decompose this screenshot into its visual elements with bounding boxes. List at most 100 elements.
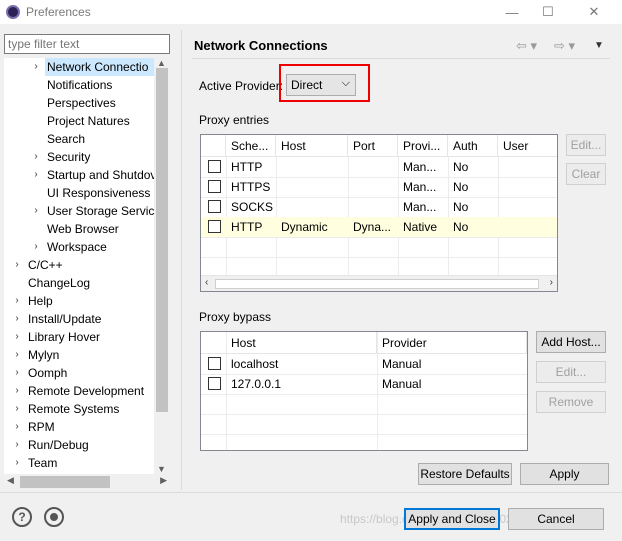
expand-arrow-icon[interactable]: › — [12, 346, 22, 364]
column-header[interactable]: User — [498, 135, 557, 157]
expand-arrow-icon[interactable]: › — [31, 166, 41, 184]
window-title: Preferences — [26, 5, 91, 19]
column-header[interactable]: Auth — [448, 135, 498, 157]
tree-item[interactable]: RPM — [26, 418, 57, 436]
entry-checkbox[interactable] — [208, 160, 221, 173]
scroll-left-icon[interactable]: ‹ — [205, 277, 208, 288]
tree-item[interactable]: UI Responsiveness M — [45, 184, 166, 202]
table-cell — [348, 197, 398, 217]
forward-nav-icon[interactable]: ⇨ ▾ — [554, 38, 575, 54]
tree-item[interactable]: Project Natures — [45, 112, 132, 130]
apply-and-close-button[interactable]: Apply and Close — [404, 508, 500, 530]
sash[interactable] — [181, 30, 182, 490]
scroll-left-icon[interactable]: ◀ — [7, 475, 14, 486]
column-header[interactable]: Host — [276, 135, 348, 157]
expand-arrow-icon[interactable]: › — [31, 58, 41, 76]
proxy-entries-table[interactable]: Sche... Host Port Provi... Auth User HTTP Man..… — [200, 134, 558, 292]
close-button[interactable]: ✕ — [572, 0, 616, 24]
apply-button[interactable]: Apply — [520, 463, 609, 485]
table-row[interactable]: localhost Manual — [201, 354, 527, 374]
entries-horizontal-scrollbar[interactable]: ‹ › — [201, 275, 557, 291]
column-header[interactable]: Host — [226, 332, 377, 354]
table-row[interactable]: HTTP Man... No — [201, 157, 557, 177]
help-icon[interactable]: ? — [12, 507, 32, 527]
tree-item[interactable]: Remote Development — [26, 382, 146, 400]
table-cell: SOCKS — [231, 200, 274, 214]
back-nav-icon[interactable]: ⇦ ▾ — [516, 38, 537, 54]
table-cell: HTTPS — [231, 180, 271, 194]
expand-arrow-icon[interactable]: › — [12, 364, 22, 382]
tree-item[interactable]: Security — [45, 148, 92, 166]
filter-input[interactable] — [4, 34, 170, 54]
table-cell — [498, 197, 557, 217]
add-host-button[interactable]: Add Host... — [536, 331, 606, 353]
active-provider-label: Active Provider: — [199, 79, 284, 93]
expand-arrow-icon[interactable]: › — [12, 400, 22, 418]
entries-scroll-thumb[interactable] — [215, 279, 539, 289]
maximize-button[interactable]: ☐ — [526, 0, 570, 24]
tree-hscroll-thumb[interactable] — [20, 476, 110, 488]
tree-item[interactable]: Run/Debug — [26, 436, 91, 454]
expand-arrow-icon[interactable]: › — [31, 238, 41, 256]
bypass-checkbox[interactable] — [208, 377, 221, 390]
column-header[interactable]: Port — [348, 135, 398, 157]
table-row[interactable]: 127.0.0.1 Manual — [201, 374, 527, 394]
expand-arrow-icon[interactable]: › — [12, 328, 22, 346]
table-cell: Dynamic — [281, 220, 328, 234]
tree-item[interactable]: Mylyn — [26, 346, 61, 364]
table-cell: Man... — [403, 160, 437, 174]
tree-item[interactable]: Perspectives — [45, 94, 118, 112]
bypass-edit-button[interactable]: Edit... — [536, 361, 606, 383]
expand-arrow-icon[interactable]: › — [12, 256, 22, 274]
expand-arrow-icon[interactable]: › — [31, 202, 41, 220]
expand-arrow-icon[interactable]: › — [12, 436, 22, 454]
tree-item[interactable]: User Storage Service — [45, 202, 163, 220]
expand-arrow-icon[interactable]: › — [12, 382, 22, 400]
cancel-button[interactable]: Cancel — [508, 508, 604, 530]
tree-item[interactable]: Startup and Shutdov — [45, 166, 158, 184]
entry-checkbox[interactable] — [208, 200, 221, 213]
expand-arrow-icon[interactable]: › — [12, 454, 22, 472]
tree-item[interactable]: Help — [26, 292, 55, 310]
tree-item[interactable]: Remote Systems — [26, 400, 121, 418]
scroll-right-icon[interactable]: › — [550, 277, 553, 288]
tree-item[interactable]: Library Hover — [26, 328, 102, 346]
tree-item[interactable]: Web Browser — [45, 220, 121, 238]
entries-edit-button[interactable]: Edit... — [566, 134, 606, 156]
table-cell: HTTP — [231, 220, 263, 234]
entry-checkbox[interactable] — [208, 180, 221, 193]
scroll-down-icon[interactable]: ▼ — [157, 464, 166, 474]
tree-item[interactable]: Team — [26, 454, 59, 472]
expand-arrow-icon[interactable]: › — [12, 418, 22, 436]
tree-item[interactable]: Search — [45, 130, 87, 148]
restore-defaults-button[interactable]: Restore Defaults — [418, 463, 512, 485]
tree-item[interactable]: Notifications — [45, 76, 114, 94]
tree-item[interactable]: Workspace — [45, 238, 109, 256]
table-cell: Man... — [403, 200, 437, 214]
tree-item[interactable]: ChangeLog — [26, 274, 92, 292]
tree-item[interactable]: C/C++ — [26, 256, 65, 274]
tree-item[interactable]: Network Connectio — [45, 58, 156, 76]
bypass-checkbox[interactable] — [208, 357, 221, 370]
table-row[interactable]: HTTPS Man... No — [201, 177, 557, 197]
expand-arrow-icon[interactable]: › — [12, 310, 22, 328]
table-cell: Manual — [382, 357, 422, 371]
view-menu-icon[interactable]: ▼ — [594, 40, 604, 51]
entries-clear-button[interactable]: Clear — [566, 163, 606, 185]
tree-item[interactable]: Oomph — [26, 364, 69, 382]
entry-checkbox[interactable] — [208, 220, 221, 233]
record-icon[interactable] — [44, 507, 64, 527]
expand-arrow-icon[interactable]: › — [31, 148, 41, 166]
column-header[interactable]: Provi... — [398, 135, 448, 157]
tree-scroll-thumb[interactable] — [156, 68, 168, 412]
column-header[interactable]: Sche... — [226, 135, 276, 157]
expand-arrow-icon[interactable]: › — [12, 292, 22, 310]
table-row[interactable]: HTTP Dynamic Dyna... Native No — [201, 217, 557, 237]
scroll-up-icon[interactable]: ▲ — [157, 58, 166, 68]
column-header[interactable]: Provider — [377, 332, 527, 354]
scroll-right-icon[interactable]: ▶ — [160, 475, 167, 486]
proxy-bypass-table[interactable]: Host Provider localhost Manual 127.0.0.1 Manu… — [200, 331, 528, 451]
table-row[interactable]: SOCKS Man... No — [201, 197, 557, 217]
bypass-remove-button[interactable]: Remove — [536, 391, 606, 413]
tree-item[interactable]: Install/Update — [26, 310, 103, 328]
